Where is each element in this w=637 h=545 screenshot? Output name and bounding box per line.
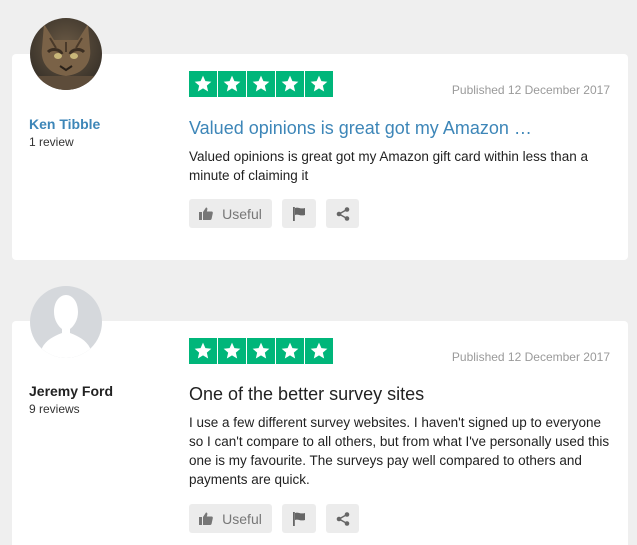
star-icon bbox=[218, 71, 246, 97]
useful-button[interactable]: Useful bbox=[189, 199, 272, 228]
useful-label: Useful bbox=[222, 510, 262, 527]
share-button[interactable] bbox=[326, 199, 359, 228]
star-icon bbox=[305, 338, 333, 364]
review-body: Valued opinions is great got my Amazon g… bbox=[189, 149, 588, 183]
useful-button[interactable]: Useful bbox=[189, 504, 272, 533]
star-icon bbox=[276, 71, 304, 97]
flag-button[interactable] bbox=[282, 199, 316, 228]
star-icon bbox=[305, 71, 333, 97]
star-rating bbox=[189, 338, 333, 364]
reviewer-name[interactable]: Ken Tibble bbox=[29, 116, 100, 132]
star-rating bbox=[189, 71, 333, 97]
thumbs-up-icon bbox=[199, 207, 214, 220]
published-date: Published 12 December 2017 bbox=[451, 83, 610, 97]
share-icon bbox=[336, 511, 349, 526]
published-date: Published 12 December 2017 bbox=[451, 350, 610, 364]
thumbs-up-icon bbox=[199, 512, 214, 525]
star-icon bbox=[247, 71, 275, 97]
review-title[interactable]: Valued opinions is great got my Amazon … bbox=[189, 118, 532, 139]
star-icon bbox=[247, 338, 275, 364]
star-icon bbox=[218, 338, 246, 364]
flag-icon bbox=[293, 511, 305, 526]
star-icon bbox=[189, 71, 217, 97]
review-count: 9 reviews bbox=[29, 402, 80, 416]
star-icon bbox=[276, 338, 304, 364]
review-body: I use a few different survey websites. I… bbox=[189, 415, 610, 487]
star-icon bbox=[189, 338, 217, 364]
review-count: 1 review bbox=[29, 135, 74, 149]
review-title[interactable]: One of the better survey sites bbox=[189, 384, 424, 405]
share-button[interactable] bbox=[326, 504, 359, 533]
avatar[interactable] bbox=[30, 286, 102, 358]
useful-label: Useful bbox=[222, 205, 262, 222]
flag-button[interactable] bbox=[282, 504, 316, 533]
flag-icon bbox=[293, 206, 305, 221]
default-avatar-icon bbox=[42, 295, 90, 358]
avatar[interactable] bbox=[30, 18, 102, 90]
reviewer-name[interactable]: Jeremy Ford bbox=[29, 383, 113, 399]
share-icon bbox=[336, 206, 349, 221]
